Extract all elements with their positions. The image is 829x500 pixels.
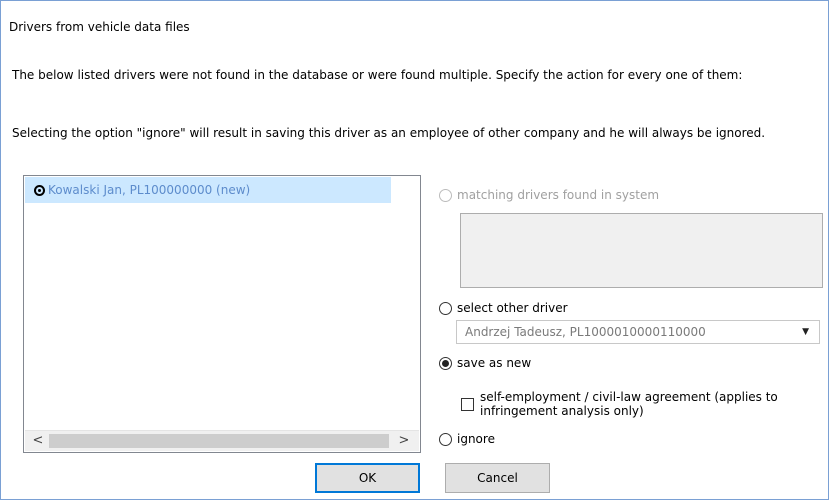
list-item-driver[interactable]: Kowalski Jan, PL100000000 (new) (25, 177, 391, 203)
scroll-left-button[interactable]: < (29, 433, 47, 449)
ignore-note-text: Selecting the option "ignore" will resul… (12, 126, 766, 140)
other-driver-dropdown[interactable]: Andrzej Tadeusz, PL1000010000110000 ▼ (456, 320, 820, 344)
matching-drivers-option[interactable]: matching drivers found in system (439, 188, 659, 202)
cancel-button[interactable]: Cancel (445, 463, 550, 493)
matching-drivers-listbox (460, 213, 823, 288)
driver-label: Kowalski Jan, PL100000000 (new) (48, 183, 251, 197)
self-employment-label: self-employment / civil-law agreement (a… (480, 390, 778, 418)
drivers-listbox[interactable]: Kowalski Jan, PL100000000 (new) < > (23, 175, 421, 453)
ignore-radio[interactable] (439, 432, 452, 446)
save-as-new-label: save as new (457, 356, 532, 370)
scroll-right-button[interactable]: > (395, 433, 413, 449)
ok-button[interactable]: OK (315, 463, 420, 493)
driver-card-icon (34, 184, 45, 196)
list-blank-area (391, 177, 419, 429)
matching-drivers-label: matching drivers found in system (457, 188, 660, 202)
self-employment-option[interactable]: self-employment / civil-law agreement (a… (461, 390, 820, 418)
save-as-new-option[interactable]: save as new (439, 356, 531, 370)
ignore-label: ignore (457, 432, 495, 446)
dialog-title: Drivers from vehicle data files (9, 20, 190, 34)
ignore-option[interactable]: ignore (439, 432, 495, 446)
select-other-driver-label: select other driver (457, 301, 568, 315)
horizontal-scrollbar[interactable]: < > (25, 430, 419, 451)
self-employment-checkbox[interactable] (461, 398, 474, 411)
scrollbar-thumb[interactable] (49, 434, 389, 448)
select-other-driver-radio[interactable] (439, 301, 452, 315)
chevron-down-icon[interactable]: ▼ (802, 327, 809, 337)
save-as-new-radio[interactable] (439, 356, 452, 370)
other-driver-dropdown-value: Andrzej Tadeusz, PL1000010000110000 (465, 325, 706, 339)
matching-drivers-radio[interactable] (439, 188, 452, 202)
drivers-dialog: Drivers from vehicle data files The belo… (0, 0, 829, 500)
select-other-driver-option[interactable]: select other driver (439, 301, 568, 315)
instruction-text: The below listed drivers were not found … (12, 68, 743, 82)
